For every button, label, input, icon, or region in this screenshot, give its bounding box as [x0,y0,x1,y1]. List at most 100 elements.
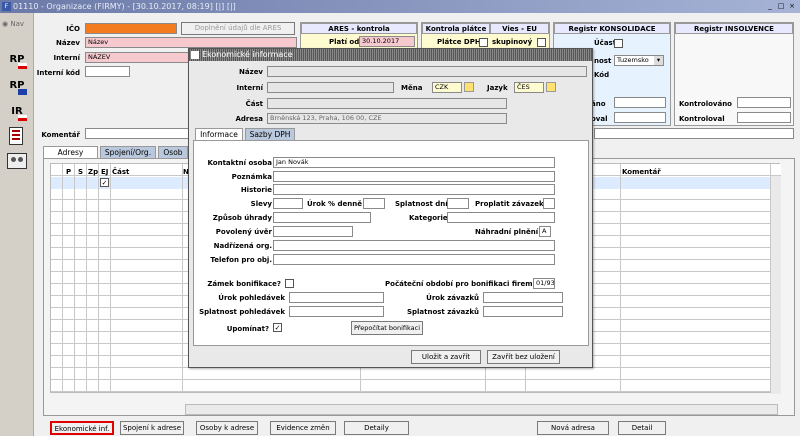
ekonomicke-inf-button[interactable]: Ekonomické inf. [50,421,114,435]
splatnost-zavazku-field[interactable] [483,306,563,317]
nadrizena-org-label: Nadřízená org. [213,242,272,250]
ekonomicke-informace-dialog: Ekonomické informace Název Interní Měna … [188,48,593,368]
maximize-button[interactable]: □ [776,1,786,11]
spojeni-k-adrese-button[interactable]: Spojení k adrese [120,421,184,435]
zamek-bonifikace-checkbox[interactable] [285,279,294,288]
minimize-button[interactable]: _ [765,1,775,11]
platce-dph-checkbox[interactable] [479,38,488,47]
jazyk-field[interactable]: ČES [514,82,544,93]
plati-od-field[interactable]: 30.10.2017 [359,36,415,47]
dlg-cast-field[interactable] [267,98,507,109]
proplatit-field[interactable] [543,198,555,209]
ares-fill-button[interactable]: Doplnění údajů dle ARES [181,22,295,35]
detail-button[interactable]: Detail [618,421,666,435]
telefon-label: Telefon pro obj. [210,256,272,264]
prepocitat-bonifikaci-button[interactable]: Přepočítat bonifikaci [351,321,423,335]
slevy-label: Slevy [250,200,272,208]
flag-cz-icon [18,63,27,69]
nahradni-plneni-field[interactable]: A [539,226,551,237]
grid-header-ej: EJ [101,168,109,176]
urok-denne-field[interactable] [363,198,385,209]
zpusob-uhrady-field[interactable] [273,212,371,223]
splatnost-dni-field[interactable] [447,198,469,209]
tab-spojeni[interactable]: Spojení/Org. [100,146,156,158]
tab-osoby[interactable]: Osob [158,146,188,158]
checklist-icon[interactable] [9,127,23,145]
urok-zavazku-field[interactable] [483,292,563,303]
detaily-button[interactable]: Detaily [344,421,409,435]
grid-header-komentar: Komentář [622,168,661,176]
komentar-field[interactable] [85,128,191,139]
dlg-adresa-field[interactable]: Brněnská 123, Praha, 106 00, CZE [267,113,507,124]
pusobnost-label: nost [594,57,612,65]
splatnost-pohledavek-field[interactable] [289,306,384,317]
konsolidace-kontroloval-field[interactable] [614,112,666,123]
zamek-bonifikace-label: Zámek bonifikace? [207,280,281,288]
historie-field[interactable] [273,184,555,195]
splatnost-pohledavek-label: Splatnost pohledávek [199,308,285,316]
kategorie-field[interactable] [447,212,555,223]
komentar-field-right[interactable] [594,128,794,139]
urok-zavazku-label: Úrok závazků [426,294,479,302]
mena-lookup-icon[interactable] [464,82,474,92]
grid-header-zp: Zp [88,168,99,176]
vies-header: Vies - EU [490,23,549,34]
pocatecni-obdobi-label: Počáteční období pro bonifikaci firem [385,280,533,288]
dlg-tab-sazby-dph[interactable]: Sazby DPH [245,128,295,140]
grid-hscrollbar[interactable] [185,404,778,415]
interni-label: Interní [53,54,80,62]
slevy-field[interactable] [273,198,303,209]
nav-toggle[interactable]: ◉ Nav [2,20,24,28]
mena-field[interactable]: CZK [432,82,462,93]
nazev-field[interactable]: Název [85,37,297,48]
splatnost-zavazku-label: Splatnost závazků [406,308,479,316]
dlg-nazev-field[interactable] [267,66,587,77]
skupinovy-checkbox[interactable] [537,38,546,47]
dialog-title: Ekonomické informace [202,50,293,59]
povoleny-uver-field[interactable] [273,226,353,237]
ulozit-a-zavrit-button[interactable]: Uložit a zavřít [411,350,481,364]
ucast-label: Účast [594,39,617,47]
people-icon[interactable] [7,153,27,169]
nova-adresa-button[interactable]: Nová adresa [537,421,609,435]
jazyk-lookup-icon[interactable] [546,82,556,92]
nadrizena-org-field[interactable] [273,240,555,251]
ucast-checkbox[interactable] [614,39,623,48]
insolvence-kontrolovano-field[interactable] [737,97,791,108]
historie-label: Historie [240,186,272,194]
upominat-checkbox[interactable]: ✓ [273,323,282,332]
chevron-down-icon: ▾ [654,56,663,65]
insolvence-kontroloval-field[interactable] [737,112,791,123]
sidebar-item-rp-cz[interactable]: RP [6,49,28,71]
insolvence-kontroloval-label: Kontroloval [679,115,725,123]
urok-pohledavek-field[interactable] [289,292,384,303]
grid-scrollbar[interactable] [771,176,781,394]
row-ej-checkbox[interactable]: ✓ [100,178,109,187]
osoby-k-adrese-button[interactable]: Osoby k adrese [196,421,258,435]
konsolidace-header: Registr KONSOLIDACE [554,23,670,34]
ares-header: ARES - kontrola [301,23,417,34]
kontaktni-osoba-field[interactable]: Jan Novák [273,157,555,168]
window-title: 01110 - Organizace (FIRMY) - [30.10.2017… [13,2,236,11]
pocatecni-obdobi-field[interactable]: 01/93 [533,278,555,289]
upominat-label: Upomínat? [226,325,269,333]
kategorie-label: Kategorie [409,214,448,222]
dlg-interni-field[interactable] [267,82,394,93]
zavrit-bez-ulozeni-button[interactable]: Zavřít bez uložení [487,350,560,364]
dlg-tab-informace[interactable]: Informace [195,128,243,140]
sidebar-item-rp-eu[interactable]: RP [6,75,28,97]
tab-adresy[interactable]: Adresy [43,146,98,158]
sidebar-item-ir[interactable]: IR [6,101,28,123]
poznamka-field[interactable] [273,171,555,182]
evidence-zmen-button[interactable]: Evidence změn [270,421,336,435]
close-window-button[interactable]: × [787,1,797,11]
telefon-field[interactable] [273,254,555,265]
konsolidace-kontrolovano-field[interactable] [614,97,666,108]
interni-kod-field[interactable] [85,66,130,77]
dlg-nazev-label: Název [239,68,263,76]
ico-field[interactable] [85,23,177,34]
konsolidace-kontroloval-label: oval [591,115,608,123]
povoleny-uver-label: Povolený úvěr [215,228,272,236]
pusobnost-select[interactable]: Tuzemsko ▾ [614,55,664,66]
kod-label: Kód [594,71,610,79]
